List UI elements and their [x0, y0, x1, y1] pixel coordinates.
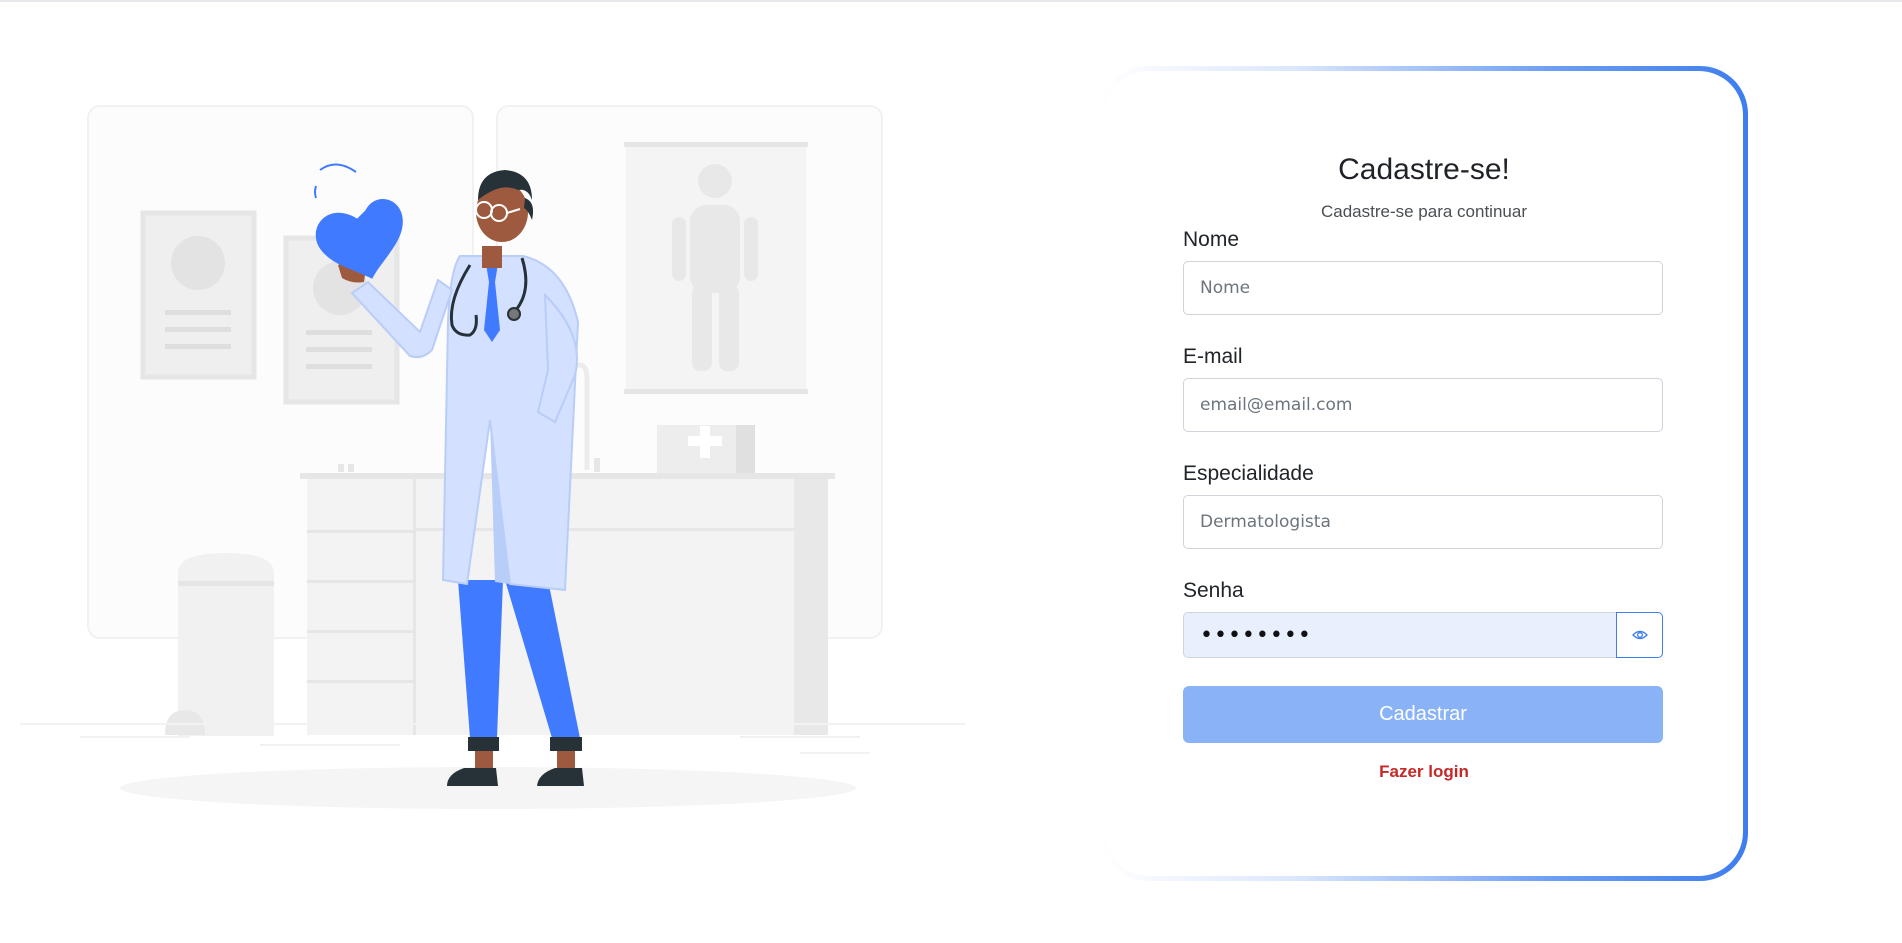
senha-field-group: Senha: [1183, 579, 1663, 658]
doctor-illustration: [20, 105, 965, 809]
especialidade-label: Especialidade: [1183, 462, 1314, 485]
senha-input[interactable]: [1183, 612, 1616, 658]
especialidade-input[interactable]: [1183, 495, 1663, 549]
top-divider: [0, 0, 1902, 2]
eye-icon: [1631, 630, 1648, 640]
password-input-group: [1183, 612, 1663, 658]
especialidade-field-group: Especialidade: [1183, 462, 1663, 549]
signup-card: Cadastre-se! Cadastre-se para continuar …: [1105, 71, 1743, 876]
email-field-group: E-mail: [1183, 345, 1663, 432]
page-subtitle: Cadastre-se para continuar: [1320, 202, 1527, 221]
email-label: E-mail: [1183, 345, 1243, 368]
toggle-password-button[interactable]: [1616, 612, 1663, 658]
signup-card-frame: Cadastre-se! Cadastre-se para continuar …: [1100, 66, 1748, 881]
senha-label: Senha: [1183, 579, 1244, 602]
nome-label: Nome: [1183, 228, 1240, 251]
cadastrar-button[interactable]: Cadastrar: [1183, 686, 1663, 743]
fazer-login-link[interactable]: Fazer login: [1105, 762, 1743, 782]
nome-field-group: Nome: [1183, 228, 1663, 315]
email-input[interactable]: [1183, 378, 1663, 432]
page-title: Cadastre-se!: [1338, 153, 1510, 186]
nome-input[interactable]: [1183, 261, 1663, 315]
